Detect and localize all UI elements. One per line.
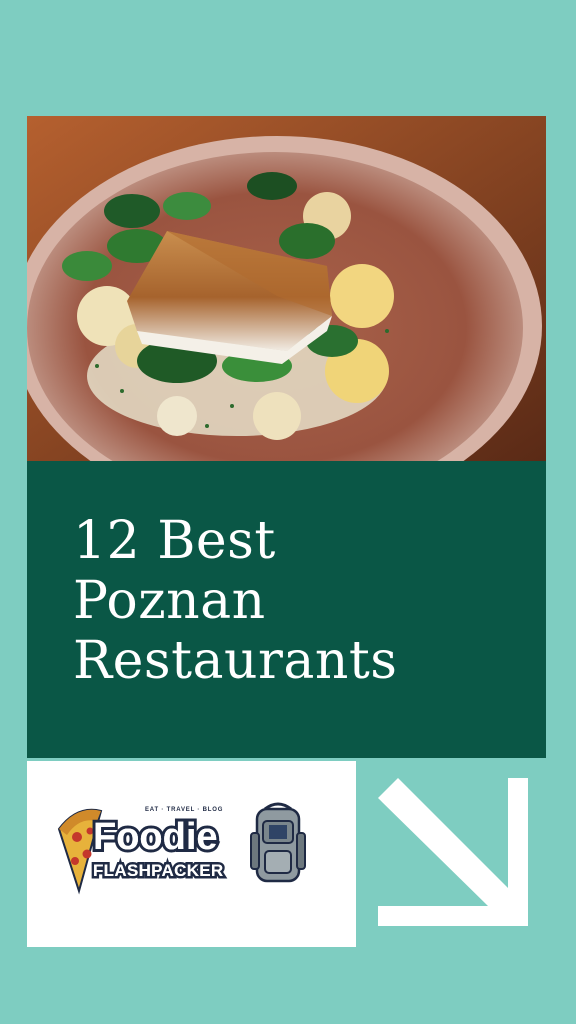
title-line-3: Restaurants bbox=[73, 631, 398, 691]
page-title: 12 Best Poznan Restaurants bbox=[73, 511, 397, 691]
title-panel: 12 Best Poznan Restaurants bbox=[27, 461, 546, 758]
logo-tagline: EAT · TRAVEL · BLOG bbox=[145, 807, 223, 813]
brand-logo-card[interactable]: EAT · TRAVEL · BLOG Foodie Foodie FLASHP… bbox=[27, 761, 356, 947]
title-line-2: Poznan bbox=[73, 571, 266, 631]
plated-fish-dish-image bbox=[27, 116, 546, 461]
backpack-icon bbox=[250, 802, 306, 883]
title-line-1: 12 Best bbox=[73, 511, 276, 571]
arrow-down-right-icon[interactable] bbox=[378, 778, 528, 926]
logo-word-flashpacker: FLASHPACKER bbox=[93, 861, 224, 880]
foodie-flashpacker-logo: EAT · TRAVEL · BLOG Foodie Foodie FLASHP… bbox=[57, 802, 306, 895]
hero-food-photo bbox=[27, 116, 546, 461]
logo-word-foodie: Foodie bbox=[93, 816, 218, 858]
